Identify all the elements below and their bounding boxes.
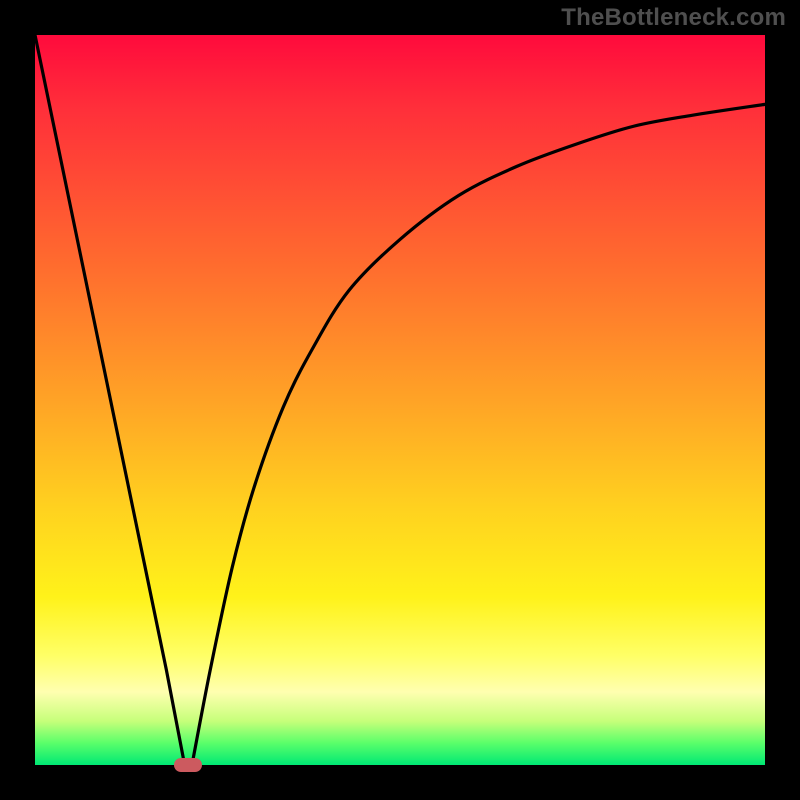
minimum-marker — [174, 758, 202, 772]
curve-path — [35, 35, 765, 765]
plot-area — [35, 35, 765, 765]
bottleneck-curve — [35, 35, 765, 765]
watermark-text: TheBottleneck.com — [561, 4, 786, 32]
chart-frame: TheBottleneck.com — [0, 0, 800, 800]
